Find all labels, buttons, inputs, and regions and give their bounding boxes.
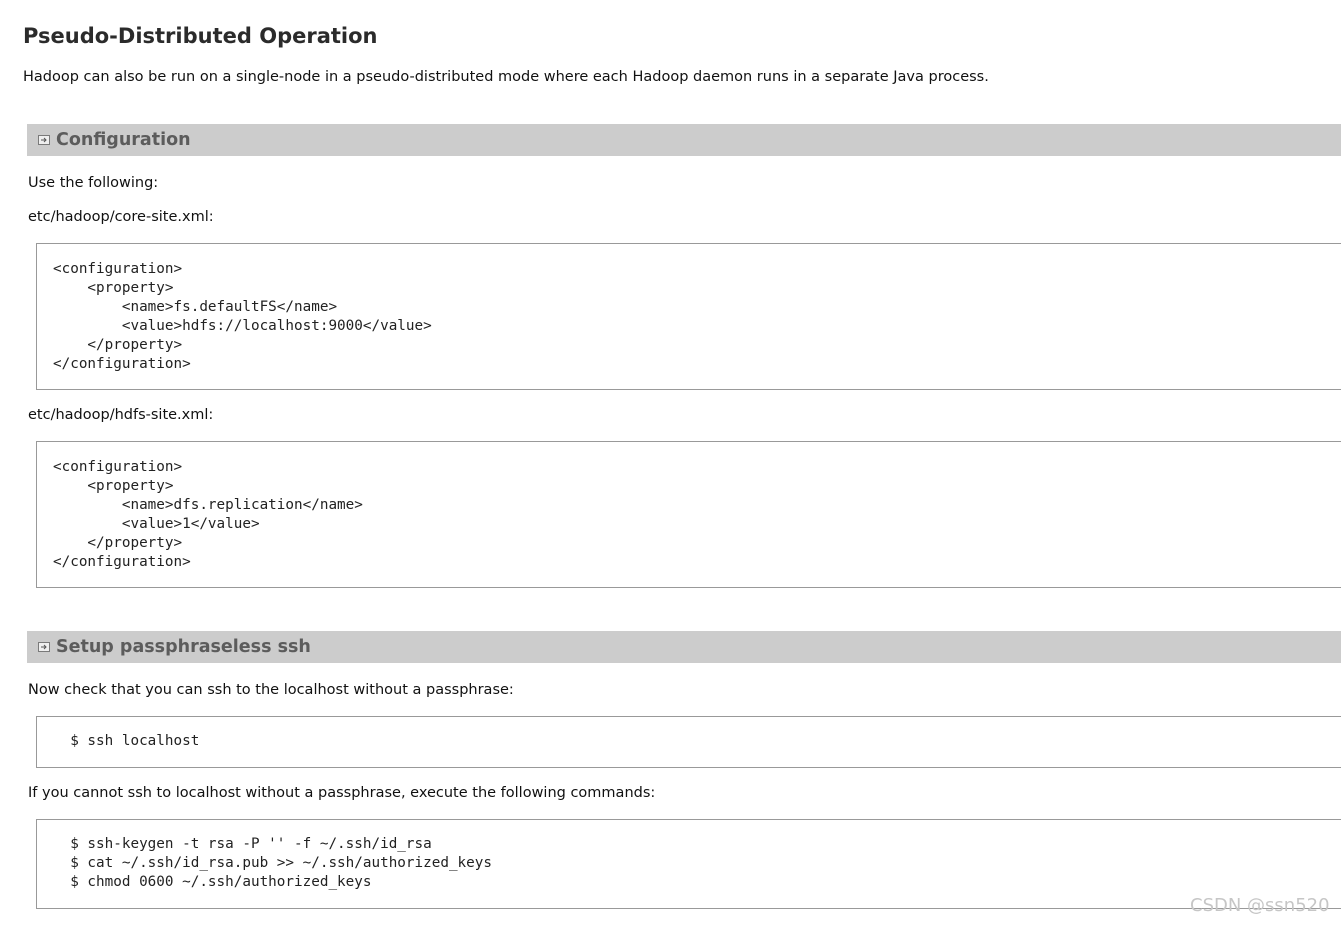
section-title-configuration: Configuration xyxy=(56,130,191,150)
hdfs-site-code: <configuration> <property> <name>dfs.rep… xyxy=(53,459,363,570)
ssh-check-code: $ ssh localhost xyxy=(53,733,200,749)
ssh-fallback-code-block: $ ssh-keygen -t rsa -P '' -f ~/.ssh/id_r… xyxy=(36,819,1341,909)
core-site-code-block: <configuration> <property> <name>fs.defa… xyxy=(36,243,1341,390)
ssh-check-text: Now check that you can ssh to the localh… xyxy=(28,682,514,698)
hdfs-site-label: etc/hadoop/hdfs-site.xml: xyxy=(28,407,214,423)
section-header-ssh[interactable]: Setup passphraseless ssh xyxy=(27,631,1341,663)
hdfs-site-code-block: <configuration> <property> <name>dfs.rep… xyxy=(36,441,1341,588)
expand-icon[interactable] xyxy=(38,642,50,652)
section-title-ssh: Setup passphraseless ssh xyxy=(56,637,311,657)
use-following-text: Use the following: xyxy=(28,175,159,191)
ssh-fallback-text: If you cannot ssh to localhost without a… xyxy=(28,785,656,801)
watermark: CSDN @ssn520 xyxy=(1190,895,1330,916)
page-title: Pseudo-Distributed Operation xyxy=(23,24,378,48)
ssh-check-code-block: $ ssh localhost xyxy=(36,716,1341,768)
expand-icon[interactable] xyxy=(38,135,50,145)
section-header-configuration[interactable]: Configuration xyxy=(27,124,1341,156)
core-site-code: <configuration> <property> <name>fs.defa… xyxy=(53,261,432,372)
ssh-fallback-code: $ ssh-keygen -t rsa -P '' -f ~/.ssh/id_r… xyxy=(70,836,492,890)
intro-paragraph: Hadoop can also be run on a single-node … xyxy=(23,69,989,85)
core-site-label: etc/hadoop/core-site.xml: xyxy=(28,209,214,225)
